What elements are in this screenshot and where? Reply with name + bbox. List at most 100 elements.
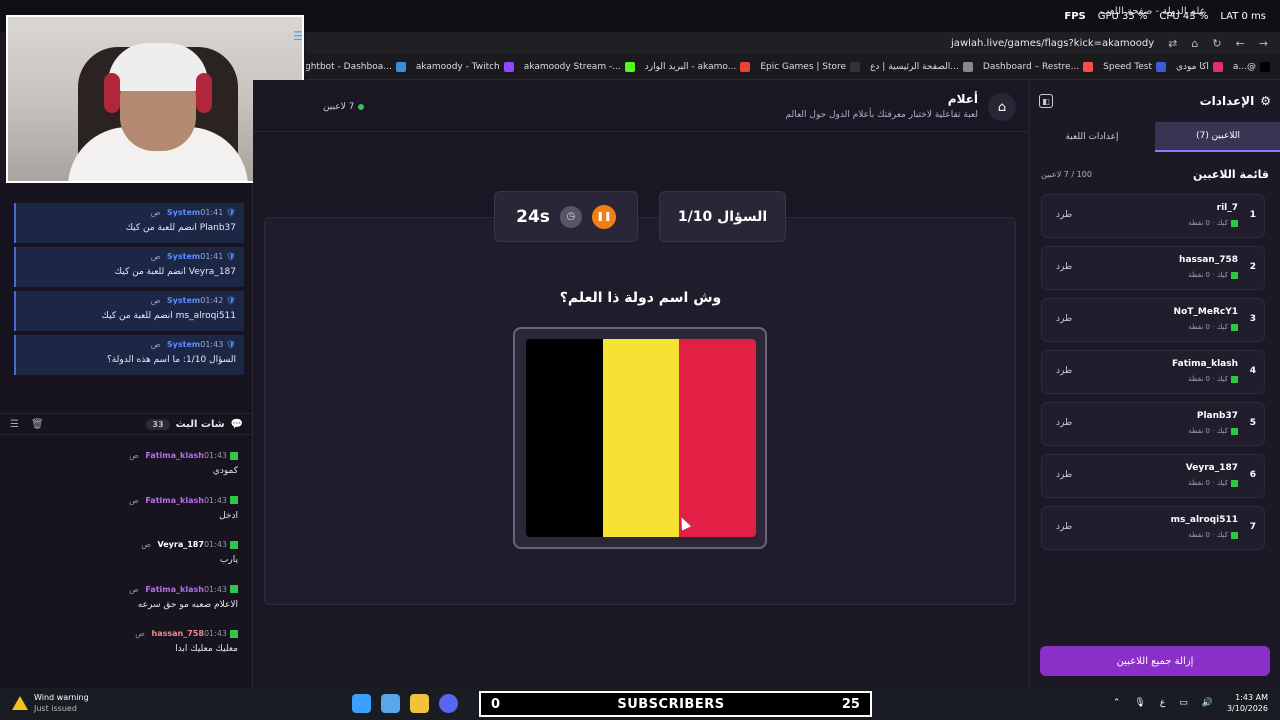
system-message-meta: 🛡 System01:42 ص — [24, 296, 236, 305]
chat-username[interactable]: Fatima_klash — [145, 496, 204, 505]
reload-icon[interactable]: ↻ — [1212, 37, 1221, 50]
bookmark-item[interactable]: الصفحة الرئيسية | دع... — [870, 61, 973, 72]
back-icon[interactable]: ← — [1236, 37, 1245, 50]
tab-players[interactable]: اللاعبين (7) — [1155, 122, 1280, 152]
volume-icon[interactable]: 🔊 — [1202, 698, 1213, 708]
bookmark-item[interactable]: Speed Test — [1103, 61, 1166, 72]
game-title-block: أعلام لعبة تفاعلية لاختبار معرفتك بأعلام… — [785, 92, 978, 120]
chat-message-meta: Fatima_klash01:43 ص — [18, 496, 238, 505]
kick-player-button[interactable]: طرد — [1056, 314, 1072, 324]
translate-icon[interactable]: ⇄ — [1168, 37, 1177, 50]
bookmark-item[interactable]: akamoody - Twitch — [416, 61, 514, 72]
player-rank: 6 — [1249, 470, 1256, 480]
bookmarks-bar: ChatGPTNightbot - Dashboa...akamoody - T… — [306, 54, 1280, 80]
bookmark-item[interactable]: Dashboard – Restre... — [983, 61, 1094, 72]
kick-player-button[interactable]: طرد — [1056, 366, 1072, 376]
home-icon[interactable]: ⌂ — [1191, 37, 1198, 50]
home-button[interactable]: ⌂ — [988, 93, 1016, 121]
chat-username[interactable]: Fatima_klash — [145, 585, 204, 594]
bookmark-item[interactable]: اكا مودي — [1176, 61, 1223, 72]
flag-stripe — [602, 339, 680, 537]
clock-date: 3/10/2026 — [1226, 704, 1268, 713]
bookmark-label: الصفحة الرئيسية | دع... — [870, 61, 959, 72]
kick-player-button[interactable]: طرد — [1056, 418, 1072, 428]
system-shield-icon: 🛡 — [223, 296, 236, 305]
player-meta-text: كيك · 0 نقطة — [1188, 219, 1228, 227]
flag-frame — [513, 327, 767, 549]
kick-badge-icon — [1231, 271, 1238, 279]
system-message-text: السؤال 1/10: ما اسم هذه الدولة؟ — [107, 355, 236, 365]
bookmark-favicon-icon — [740, 61, 751, 72]
address-bar[interactable]: jawlah.live/games/flags?kick=akamoody ⇄ … — [306, 32, 1280, 54]
bookmark-item[interactable]: Nightbot - Dashboa... — [306, 61, 406, 72]
tab-game-settings[interactable]: إعدادات اللعبة — [1029, 122, 1155, 152]
chat-message: Fatima_klash01:43 ص الاعلام صعبه مو حق سر… — [18, 585, 238, 630]
kick-badge-icon — [1231, 531, 1238, 539]
discord-icon[interactable] — [439, 694, 458, 713]
chat-username[interactable]: hassan_758 — [152, 629, 204, 638]
online-dot-icon — [358, 104, 365, 110]
stream-chat-title: 33 شات البث 💬 — [146, 418, 243, 430]
menu-icon[interactable]: ☰ — [293, 29, 302, 43]
trash-icon[interactable]: 🗑 — [31, 419, 44, 430]
bookmark-label: akamoody Stream -... — [523, 61, 621, 72]
kick-player-button[interactable]: طرد — [1056, 522, 1072, 532]
url-text[interactable]: jawlah.live/games/flags?kick=akamoody — [951, 38, 1154, 49]
system-shield-icon: 🛡 — [223, 252, 236, 261]
bookmark-item[interactable]: a...@ — [1233, 61, 1270, 72]
chat-message-meta: Fatima_klash01:43 ص — [18, 451, 238, 460]
microphone-icon[interactable]: 🎙 — [1134, 698, 1145, 708]
pause-button[interactable]: ❚❚ — [591, 204, 616, 229]
player-name: hassan_758 — [1179, 255, 1238, 265]
bookmark-label: البريد الوارد - akamo... — [644, 61, 737, 72]
timer-value: 24s — [516, 206, 550, 227]
chevron-up-icon[interactable]: ⌃ — [1113, 698, 1121, 708]
remove-all-players-button[interactable]: إزالة جميع اللاعبين — [1040, 646, 1270, 676]
kick-badge-icon — [1231, 219, 1238, 227]
flag-stripe — [679, 339, 756, 537]
kick-player-button[interactable]: طرد — [1056, 262, 1072, 272]
file-explorer-icon[interactable] — [410, 694, 429, 713]
player-rank: 5 — [1249, 418, 1256, 428]
player-row: 1 ril_7 كيك · 0 نقطة طرد — [1041, 194, 1265, 238]
bookmark-favicon-icon — [850, 61, 861, 72]
taskview-icon[interactable] — [381, 694, 400, 713]
collapse-sidebar-icon[interactable]: ◧ — [1039, 94, 1053, 108]
language-indicator[interactable]: ع — [1160, 698, 1165, 708]
chat-message-text: ادخل — [219, 510, 238, 521]
subscribers-goal-value: 25 — [841, 696, 860, 712]
bookmark-item[interactable]: akamoody Stream -... — [523, 61, 635, 72]
system-message-meta: 🛡 System01:41 ص — [24, 208, 236, 217]
chat-username[interactable]: Veyra_187 — [158, 540, 204, 549]
bookmark-favicon-icon — [1212, 61, 1223, 72]
headset-left — [104, 73, 120, 113]
system-sender: System — [166, 296, 201, 305]
forward-icon[interactable]: → — [1259, 37, 1268, 50]
player-rank: 2 — [1249, 262, 1256, 272]
weather-warning[interactable]: Wind warning Just issued — [12, 692, 89, 714]
player-meta-text: كيك · 0 نقطة — [1188, 375, 1228, 383]
browser-tab-title[interactable]: علم الدولة - صفحة اللعب — [1100, 6, 1206, 17]
game-header: ⌂ أعلام لعبة تفاعلية لاختبار معرفتك بأعل… — [253, 80, 1028, 132]
player-row: 2 hassan_758 كيك · 0 نقطة طرد — [1041, 246, 1265, 290]
player-meta: كيك · 0 نقطة — [1188, 427, 1238, 435]
chat-username[interactable]: Fatima_klash — [145, 451, 204, 460]
player-meta-text: كيك · 0 نقطة — [1188, 479, 1228, 487]
clock-time: 1:43 AM — [1235, 693, 1268, 702]
kick-badge-icon — [230, 451, 238, 460]
kick-player-button[interactable]: طرد — [1056, 470, 1072, 480]
house-icon: ⌂ — [997, 99, 1007, 115]
chat-message: Veyra_18701:43 ص يارب — [18, 540, 238, 585]
player-name: NoT_MeRcY1 — [1173, 307, 1238, 317]
bookmark-item[interactable]: البريد الوارد - akamo... — [644, 61, 751, 72]
system-message: 🛡 System01:42 ص ms_alroqi511 انضم للعبة م… — [14, 291, 244, 331]
windows-start-icon[interactable] — [352, 694, 371, 713]
players-list-header: 100 / 7 لاعبين قائمة اللاعبين — [1029, 164, 1280, 184]
system-message-text: Planb37 انضم للعبة من كيك — [125, 223, 236, 233]
network-icon[interactable]: ▭ — [1179, 698, 1188, 708]
filter-icon[interactable]: ☰ — [10, 419, 19, 430]
bookmark-item[interactable]: Epic Games | Store — [760, 61, 861, 72]
chat-message: Fatima_klash01:43 ص كمودي — [18, 451, 238, 496]
clock[interactable]: 1:43 AM 3/10/2026 — [1227, 692, 1268, 714]
kick-player-button[interactable]: طرد — [1056, 210, 1072, 220]
